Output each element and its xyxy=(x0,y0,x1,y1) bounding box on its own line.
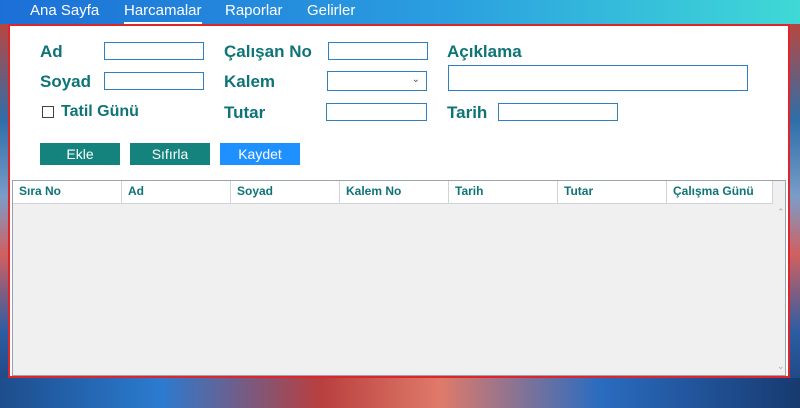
nav-item-raporlar[interactable]: Raporlar xyxy=(225,2,283,20)
calisan-no-input[interactable] xyxy=(328,42,428,60)
ad-input[interactable] xyxy=(104,42,204,60)
aciklama-input[interactable] xyxy=(448,65,748,91)
sifirla-button[interactable]: Sıfırla xyxy=(130,143,210,165)
nav-item-harcamalar[interactable]: Harcamalar xyxy=(124,2,202,24)
column-header-kalem-no[interactable]: Kalem No xyxy=(340,181,449,203)
column-header-tarih[interactable]: Tarih xyxy=(449,181,558,203)
tutar-input[interactable] xyxy=(326,103,427,121)
chevron-down-icon[interactable]: ⌄ xyxy=(777,361,785,372)
expense-form-panel: Ad Soyad Tatil Günü Çalışan No Kalem ⌄ T… xyxy=(8,24,790,378)
tutar-label: Tutar xyxy=(224,103,266,122)
tatil-gunu-label: Tatil Günü xyxy=(61,103,139,120)
column-header-sira-no[interactable]: Sıra No xyxy=(13,181,122,203)
ad-label: Ad xyxy=(40,42,63,61)
tarih-label: Tarih xyxy=(447,103,488,122)
grid-header-row: Sıra No Ad Soyad Kalem No Tarih Tutar Ça… xyxy=(13,181,773,204)
kalem-select[interactable]: ⌄ xyxy=(327,71,427,91)
kalem-label: Kalem xyxy=(224,72,276,91)
background-image-right xyxy=(790,24,800,408)
aciklama-label: Açıklama xyxy=(447,42,522,61)
nav-item-gelirler[interactable]: Gelirler xyxy=(307,2,355,20)
tarih-input[interactable] xyxy=(498,103,618,121)
soyad-input[interactable] xyxy=(104,72,204,90)
column-header-ad[interactable]: Ad xyxy=(122,181,231,203)
chevron-down-icon: ⌄ xyxy=(411,74,420,85)
ekle-button[interactable]: Ekle xyxy=(40,143,120,165)
column-header-soyad[interactable]: Soyad xyxy=(231,181,340,203)
kaydet-button[interactable]: Kaydet xyxy=(220,143,300,165)
top-nav: Ana Sayfa Harcamalar Raporlar Gelirler xyxy=(0,0,800,24)
tatil-gunu-checkbox[interactable] xyxy=(42,106,54,118)
column-header-calisma-gunu[interactable]: Çalışma Günü xyxy=(667,181,773,203)
calisan-no-label: Çalışan No xyxy=(224,42,312,61)
chevron-up-icon[interactable]: ⌃ xyxy=(777,207,785,218)
column-header-tutar[interactable]: Tutar xyxy=(558,181,667,203)
nav-item-ana-sayfa[interactable]: Ana Sayfa xyxy=(30,2,99,20)
expense-data-grid[interactable]: Sıra No Ad Soyad Kalem No Tarih Tutar Ça… xyxy=(12,180,786,376)
background-image-bottom xyxy=(0,378,800,408)
soyad-label: Soyad xyxy=(40,72,92,91)
